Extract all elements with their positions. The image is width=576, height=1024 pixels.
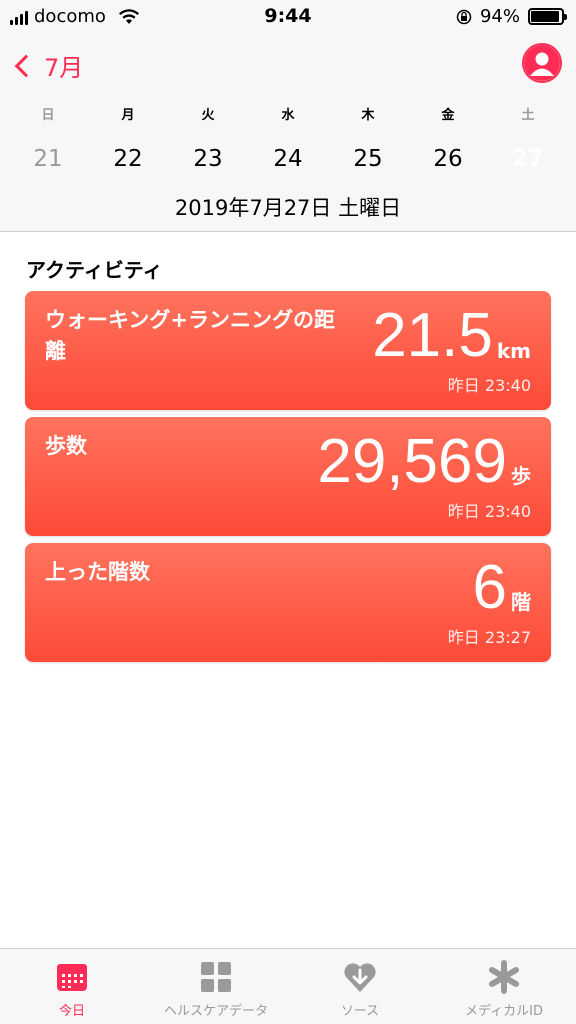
card-unit: 歩 bbox=[511, 464, 531, 488]
asterisk-icon bbox=[489, 960, 519, 994]
card-timestamp: 昨日 23:40 bbox=[447, 376, 531, 395]
tab-medical-id[interactable]: メディカルID bbox=[432, 949, 576, 1024]
weekday-sat: 土 bbox=[521, 108, 535, 123]
calendar-icon bbox=[57, 964, 87, 991]
date-24[interactable]: 24 bbox=[248, 137, 328, 181]
date-26[interactable]: 26 bbox=[408, 137, 488, 181]
full-date-label: 2019年7月27日 土曜日 bbox=[174, 196, 402, 220]
weekday-row: 日 月 火 水 木 金 土 bbox=[8, 104, 568, 123]
tab-bar: 今日 ヘルスケアデータ ソース メディカルID bbox=[0, 948, 576, 1024]
card-unit: km bbox=[496, 339, 531, 363]
weekday-thu: 木 bbox=[361, 108, 375, 123]
date-23[interactable]: 23 bbox=[168, 137, 248, 181]
battery-percent: 94% bbox=[479, 6, 520, 27]
battery-icon bbox=[528, 8, 567, 25]
back-button[interactable]: 7月 bbox=[12, 48, 83, 83]
card-value: 6 bbox=[472, 553, 507, 622]
card-label: 歩数 bbox=[45, 434, 87, 458]
profile-icon bbox=[524, 45, 560, 81]
weekday-tue: 火 bbox=[201, 108, 215, 123]
section-title: アクティビティ bbox=[26, 258, 163, 282]
orientation-lock-icon bbox=[456, 9, 472, 24]
tab-label: ヘルスケアデータ bbox=[163, 1004, 268, 1019]
status-right: 94% bbox=[456, 6, 567, 27]
date-row: 21 22 23 24 25 26 27 bbox=[8, 133, 568, 185]
weekday-mon: 月 bbox=[121, 108, 135, 123]
weekday-sun: 日 bbox=[41, 108, 55, 123]
tab-health-data[interactable]: ヘルスケアデータ bbox=[144, 949, 288, 1024]
weekday-fri: 金 bbox=[441, 108, 455, 123]
card-value: 29,569 bbox=[317, 427, 507, 496]
selected-date-label: 27 bbox=[511, 146, 544, 172]
card-timestamp: 昨日 23:27 bbox=[447, 628, 531, 647]
tab-label: 今日 bbox=[58, 1004, 85, 1019]
card-value-group: 29,569 歩 bbox=[317, 429, 531, 495]
back-label: 7月 bbox=[44, 54, 84, 82]
tab-sources[interactable]: ソース bbox=[288, 949, 432, 1024]
calendar-header: 7月 日 月 火 水 木 金 土 21 22 23 24 25 26 27 20… bbox=[0, 34, 576, 232]
card-label: ウォーキング+ランニングの距離 bbox=[45, 308, 335, 363]
card-value: 21.5 bbox=[372, 301, 493, 370]
chevron-left-icon bbox=[14, 54, 38, 77]
profile-button[interactable] bbox=[522, 43, 562, 83]
weekday-wed: 水 bbox=[281, 108, 295, 123]
flights-climbed-card[interactable]: 上った階数 6 階 昨日 23:27 bbox=[25, 543, 551, 662]
card-value-group: 21.5 km bbox=[372, 303, 531, 369]
date-25[interactable]: 25 bbox=[328, 137, 408, 181]
date-21[interactable]: 21 bbox=[8, 137, 88, 181]
card-value-group: 6 階 bbox=[473, 555, 531, 621]
battery-fill bbox=[531, 11, 560, 22]
date-27-selected[interactable]: 27 bbox=[488, 133, 568, 185]
tab-label: ソース bbox=[340, 1004, 380, 1019]
date-22[interactable]: 22 bbox=[88, 137, 168, 181]
walking-running-distance-card[interactable]: ウォーキング+ランニングの距離 21.5 km 昨日 23:40 bbox=[25, 291, 551, 410]
steps-card[interactable]: 歩数 29,569 歩 昨日 23:40 bbox=[25, 417, 551, 536]
card-label: 上った階数 bbox=[45, 560, 150, 584]
status-bar: docomo 9:44 94% bbox=[0, 0, 576, 34]
card-timestamp: 昨日 23:40 bbox=[447, 502, 531, 521]
grid-icon bbox=[201, 962, 231, 992]
tab-label: メディカルID bbox=[465, 1004, 543, 1019]
tab-today[interactable]: 今日 bbox=[0, 949, 144, 1024]
heart-download-icon bbox=[344, 963, 376, 992]
card-unit: 階 bbox=[511, 590, 531, 614]
